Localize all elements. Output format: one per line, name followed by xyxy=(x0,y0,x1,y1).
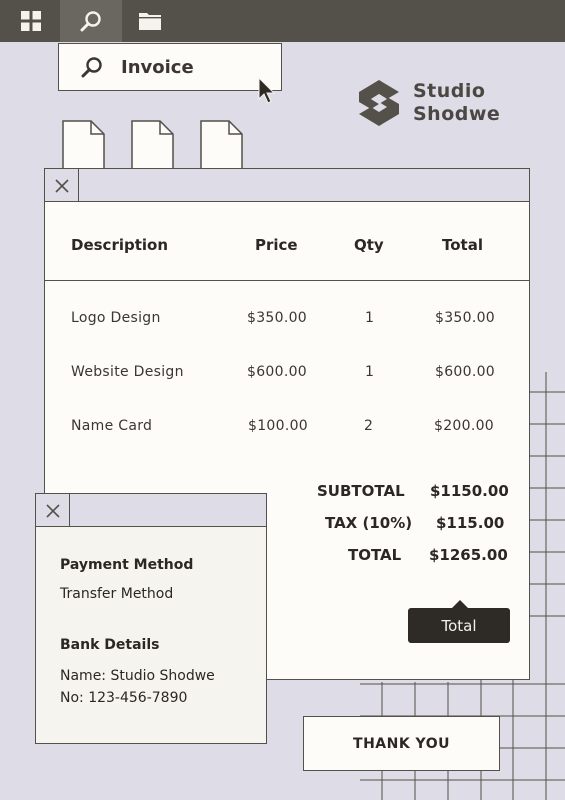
payment-window-titlebar xyxy=(36,494,266,527)
row-price: $100.00 xyxy=(248,418,308,434)
search-icon xyxy=(80,11,101,32)
column-header-description: Description xyxy=(71,236,169,254)
document-icon[interactable] xyxy=(131,120,175,170)
invoice-window-titlebar xyxy=(45,169,529,202)
close-button[interactable] xyxy=(45,169,79,202)
row-price: $350.00 xyxy=(247,310,307,326)
apps-button[interactable] xyxy=(0,0,62,42)
search-button[interactable] xyxy=(60,0,122,42)
row-qty: 2 xyxy=(364,418,374,434)
payment-method-value: Transfer Method xyxy=(60,586,174,602)
search-box[interactable]: Invoice xyxy=(58,43,282,91)
bank-details-heading: Bank Details xyxy=(60,637,160,653)
tooltip-text: Total xyxy=(441,616,477,635)
subtotal-value: $1150.00 xyxy=(430,482,509,500)
total-tooltip: Total xyxy=(408,600,510,643)
payment-window: Payment Method Transfer Method Bank Deta… xyxy=(35,493,267,744)
total-value: $1265.00 xyxy=(429,546,508,564)
close-icon xyxy=(45,503,60,518)
tax-label: TAX (10%) xyxy=(325,514,413,532)
document-icon[interactable] xyxy=(200,120,244,170)
search-icon xyxy=(81,57,102,78)
row-description: Website Design xyxy=(71,364,184,380)
studio-logo-icon xyxy=(359,80,399,126)
column-header-qty: Qty xyxy=(354,236,384,254)
brand-logo: Studio Shodwe xyxy=(357,78,500,128)
row-total: $200.00 xyxy=(434,418,494,434)
row-total: $600.00 xyxy=(435,364,495,380)
bank-number: No: 123-456-7890 xyxy=(60,690,188,706)
thank-you-text: THANK YOU xyxy=(353,735,450,752)
payment-method-heading: Payment Method xyxy=(60,557,194,573)
row-total: $350.00 xyxy=(435,310,495,326)
column-header-total: Total xyxy=(442,236,483,254)
top-toolbar xyxy=(0,0,565,42)
row-description: Logo Design xyxy=(71,310,161,326)
brand-name-line1: Studio xyxy=(413,80,486,102)
folder-icon xyxy=(139,13,161,30)
row-price: $600.00 xyxy=(247,364,307,380)
document-icon[interactable] xyxy=(62,120,106,170)
row-qty: 1 xyxy=(365,310,375,326)
grid-icon xyxy=(21,11,41,31)
total-label: TOTAL xyxy=(348,546,402,564)
column-header-price: Price xyxy=(255,236,298,254)
tax-value: $115.00 xyxy=(436,514,505,532)
mouse-pointer-icon xyxy=(258,77,276,104)
brand-name-line2: Shodwe xyxy=(413,103,501,125)
search-input-value[interactable]: Invoice xyxy=(121,57,194,78)
subtotal-label: SUBTOTAL xyxy=(317,482,405,500)
close-icon xyxy=(54,178,69,193)
folder-button[interactable] xyxy=(119,0,181,42)
thank-you-box: THANK YOU xyxy=(303,716,500,771)
row-description: Name Card xyxy=(71,418,153,434)
row-qty: 1 xyxy=(365,364,375,380)
header-divider xyxy=(45,280,529,281)
bank-name: Name: Studio Shodwe xyxy=(60,668,215,684)
close-button[interactable] xyxy=(36,494,70,527)
